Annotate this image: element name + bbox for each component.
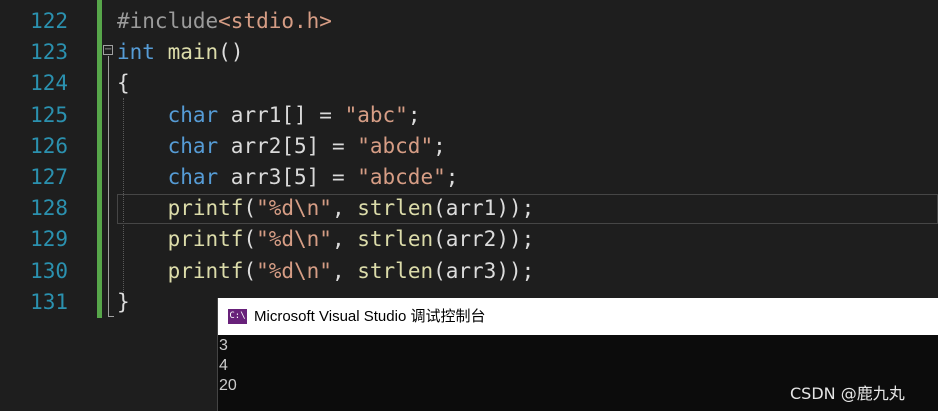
console-output: 3 4 20 xyxy=(219,336,237,396)
code-token: arr2[5] = xyxy=(218,133,358,158)
line-number: 127 xyxy=(30,165,68,189)
code-token: int xyxy=(117,40,155,65)
code-token: arr1[] = xyxy=(218,102,345,127)
code-line[interactable]: 127 char arr3[5] = "abcde"; xyxy=(0,162,938,193)
code-token: char xyxy=(167,133,219,158)
code-line[interactable]: 125 char arr1[] = "abc"; xyxy=(0,100,938,131)
line-number: 130 xyxy=(30,258,68,283)
code-line[interactable]: 129 printf("%d\n", strlen(arr2)); xyxy=(0,224,938,255)
code-token: () xyxy=(218,40,244,65)
code-token: ( xyxy=(243,227,257,252)
code-token: <stdio.h> xyxy=(218,9,332,33)
code-token: #include xyxy=(117,9,219,33)
code-token: printf xyxy=(167,258,244,283)
code-token: "%d\n" xyxy=(256,227,332,252)
code-line[interactable]: 126 char arr2[5] = "abcd"; xyxy=(0,131,938,162)
code-token: "%d\n" xyxy=(256,258,332,283)
code-token: main xyxy=(167,40,219,65)
code-token: "abcd" xyxy=(357,133,434,158)
code-token: strlen xyxy=(357,227,434,252)
code-token: arr3[5] = xyxy=(218,165,358,189)
console-app-icon: C:\ xyxy=(228,309,247,324)
code-line[interactable]: 124 { xyxy=(0,68,938,99)
code-token: strlen xyxy=(357,196,434,221)
line-number: 128 xyxy=(30,196,68,221)
code-token: { xyxy=(117,71,130,96)
code-token: , xyxy=(331,227,358,252)
code-token: char xyxy=(167,165,219,189)
code-token: ( xyxy=(243,258,257,283)
code-token: "abcde" xyxy=(357,165,446,189)
code-line[interactable]: 123 int main() xyxy=(0,37,938,68)
line-number: 123 xyxy=(30,40,68,65)
code-token: } xyxy=(117,289,130,314)
code-text: { xyxy=(117,68,130,99)
code-token: ( xyxy=(243,196,257,221)
code-line[interactable]: 130 printf("%d\n", strlen(arr3)); xyxy=(0,256,938,287)
console-title: Microsoft Visual Studio 调试控制台 xyxy=(254,308,486,325)
code-line[interactable]: 122 #include<stdio.h> xyxy=(0,6,938,37)
code-text: printf("%d\n", strlen(arr2)); xyxy=(117,224,535,255)
line-number: 126 xyxy=(30,133,68,158)
code-token: strlen xyxy=(357,258,434,283)
console-title-bar[interactable]: C:\ Microsoft Visual Studio 调试控制台 xyxy=(218,298,938,335)
code-text: char arr2[5] = "abcd"; xyxy=(117,131,446,162)
code-token: ; xyxy=(445,165,459,189)
code-text: printf("%d\n", strlen(arr3)); xyxy=(117,256,535,287)
console-output-line: 4 xyxy=(219,357,228,374)
code-token: "abc" xyxy=(344,102,408,127)
line-number: 129 xyxy=(30,227,68,252)
code-token: (arr1)); xyxy=(433,196,535,221)
line-number: 131 xyxy=(30,289,68,314)
code-token: ; xyxy=(407,102,421,127)
console-output-line: 20 xyxy=(219,377,237,394)
code-token: (arr3)); xyxy=(433,258,535,283)
code-text: printf("%d\n", strlen(arr1)); xyxy=(117,193,535,224)
code-token: char xyxy=(167,102,219,127)
line-number: 125 xyxy=(30,102,68,127)
code-token: printf xyxy=(167,196,244,221)
code-text: } xyxy=(117,287,130,318)
code-token: (arr2)); xyxy=(433,227,535,252)
line-number: 124 xyxy=(30,71,68,96)
code-token: , xyxy=(331,258,358,283)
code-text: char arr1[] = "abc"; xyxy=(117,100,421,131)
code-text: char arr3[5] = "abcde"; xyxy=(117,162,459,193)
csdn-watermark: CSDN @鹿九丸 xyxy=(790,384,905,403)
code-token: printf xyxy=(167,227,244,252)
code-token: ; xyxy=(433,133,446,158)
code-token: , xyxy=(331,196,358,221)
code-text: int main() xyxy=(117,37,243,68)
code-token: "%d\n" xyxy=(256,196,332,221)
code-line[interactable]: 128 printf("%d\n", strlen(arr1)); xyxy=(0,193,938,224)
line-number: 122 xyxy=(30,9,68,33)
console-output-line: 3 xyxy=(219,337,228,354)
code-text: #include<stdio.h> xyxy=(117,6,332,37)
